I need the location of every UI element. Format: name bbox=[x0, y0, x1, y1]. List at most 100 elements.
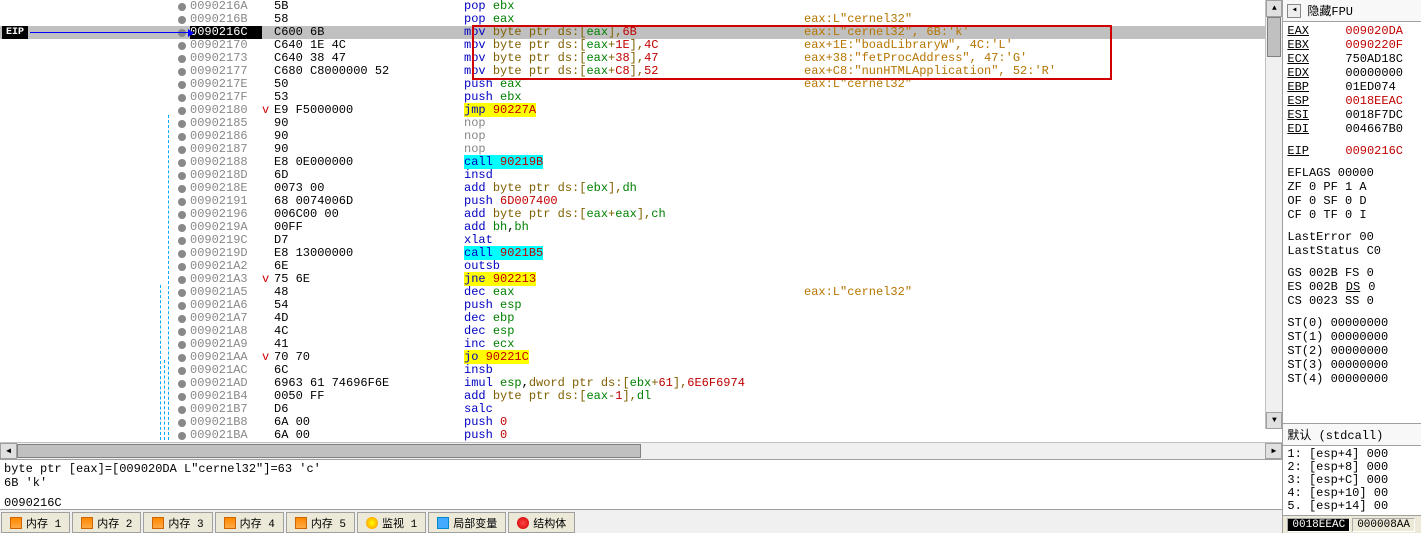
bytes-cell: C680 C8000000 52 bbox=[274, 65, 464, 78]
bytes-cell: 90 bbox=[274, 130, 464, 143]
breakpoint-dot[interactable] bbox=[178, 237, 186, 245]
tab-mem[interactable]: 内存 3 bbox=[143, 512, 212, 533]
status-value: 000008AA bbox=[1352, 518, 1415, 532]
breakpoint-dot[interactable] bbox=[178, 432, 186, 440]
register-value: 0018EEAC bbox=[1345, 94, 1403, 108]
status-address: 0018EEAC bbox=[1287, 518, 1350, 532]
jump-marker bbox=[262, 130, 274, 143]
tab-mem[interactable]: 内存 2 bbox=[72, 512, 141, 533]
jump-marker bbox=[262, 143, 274, 156]
stack-view[interactable]: 1: [esp+4] 0002: [esp+8] 0003: [esp+C] 0… bbox=[1283, 446, 1421, 515]
hide-fpu-button[interactable]: 隐藏FPU bbox=[1307, 2, 1353, 19]
jump-marker bbox=[262, 78, 274, 91]
breakpoint-dot[interactable] bbox=[178, 419, 186, 427]
register-line[interactable]: EDX00000000 bbox=[1287, 66, 1417, 80]
register-value: 004667B0 bbox=[1345, 122, 1403, 136]
breakpoint-dot[interactable] bbox=[178, 289, 186, 297]
register-line[interactable]: ESI0018F7DC bbox=[1287, 108, 1417, 122]
bytes-cell: E9 F5000000 bbox=[274, 104, 464, 117]
tab-label: 内存 2 bbox=[97, 515, 132, 531]
breakpoint-dot[interactable] bbox=[178, 68, 186, 76]
tab-var[interactable]: 局部变量 bbox=[428, 512, 506, 533]
gutter bbox=[0, 325, 190, 338]
breakpoint-dot[interactable] bbox=[178, 276, 186, 284]
jump-marker bbox=[262, 221, 274, 234]
scroll-up-button[interactable]: ▲ bbox=[1266, 0, 1282, 17]
register-line[interactable]: EBP01ED074 bbox=[1287, 80, 1417, 94]
stack-line[interactable]: 5. [esp+14] 00 bbox=[1287, 500, 1417, 513]
breakpoint-dot[interactable] bbox=[178, 341, 186, 349]
breakpoint-dot[interactable] bbox=[178, 367, 186, 375]
scroll-left-button[interactable]: ◀ bbox=[0, 443, 17, 459]
breakpoint-dot[interactable] bbox=[178, 120, 186, 128]
gutter: EIP bbox=[0, 26, 190, 39]
jump-marker bbox=[262, 403, 274, 416]
register-line[interactable]: EAX009020DA bbox=[1287, 24, 1417, 38]
breakpoint-dot[interactable] bbox=[178, 302, 186, 310]
asm-cell: jne 902213 bbox=[464, 273, 804, 286]
breakpoint-dot[interactable] bbox=[178, 146, 186, 154]
disassembly-view[interactable]: 0090216A5Bpop ebx0090216B58pop eaxeax:L"… bbox=[0, 0, 1282, 442]
breakpoint-dot[interactable] bbox=[178, 380, 186, 388]
breakpoint-dot[interactable] bbox=[178, 406, 186, 414]
breakpoint-dot[interactable] bbox=[178, 55, 186, 63]
register-line[interactable]: EIP0090216C bbox=[1287, 144, 1417, 158]
breakpoint-dot[interactable] bbox=[178, 198, 186, 206]
scroll-right-button[interactable]: ▶ bbox=[1265, 443, 1282, 459]
bytes-cell: 00FF bbox=[274, 221, 464, 234]
breakpoint-dot[interactable] bbox=[178, 42, 186, 50]
tab-struct[interactable]: 结构体 bbox=[508, 512, 575, 533]
bytes-cell: 48 bbox=[274, 286, 464, 299]
breakpoint-dot[interactable] bbox=[178, 94, 186, 102]
disasm-row[interactable]: 009021BA6A 00push 0 bbox=[0, 429, 1282, 442]
breakpoint-dot[interactable] bbox=[178, 107, 186, 115]
register-text: ES 002B DS 0 bbox=[1287, 280, 1417, 294]
scroll-down-button[interactable]: ▼ bbox=[1266, 412, 1282, 429]
gutter bbox=[0, 247, 190, 260]
breakpoint-dot[interactable] bbox=[178, 16, 186, 24]
tab-mem[interactable]: 内存 1 bbox=[1, 512, 70, 533]
asm-cell: add byte ptr ds:[eax-1],dl bbox=[464, 390, 804, 403]
tab-watch[interactable]: 监视 1 bbox=[357, 512, 426, 533]
breakpoint-dot[interactable] bbox=[178, 250, 186, 258]
breakpoint-dot[interactable] bbox=[178, 328, 186, 336]
register-line[interactable]: ESP0018EEAC bbox=[1287, 94, 1417, 108]
tab-mem[interactable]: 内存 4 bbox=[215, 512, 284, 533]
breakpoint-dot[interactable] bbox=[178, 133, 186, 141]
vertical-scrollbar[interactable]: ▲ ▼ bbox=[1265, 0, 1282, 429]
scroll-thumb[interactable] bbox=[17, 444, 641, 458]
breakpoint-dot[interactable] bbox=[178, 172, 186, 180]
scroll-track[interactable] bbox=[17, 443, 1265, 459]
collapse-button[interactable]: ◂ bbox=[1287, 4, 1301, 18]
tab-label: 局部变量 bbox=[453, 515, 497, 531]
bytes-cell: 6A 00 bbox=[274, 429, 464, 442]
horizontal-scrollbar[interactable]: ◀ ▶ bbox=[0, 442, 1282, 459]
tab-mem[interactable]: 内存 5 bbox=[286, 512, 355, 533]
register-line[interactable]: ECX750AD18C bbox=[1287, 52, 1417, 66]
breakpoint-dot[interactable] bbox=[178, 354, 186, 362]
breakpoint-dot[interactable] bbox=[178, 159, 186, 167]
breakpoint-dot[interactable] bbox=[178, 224, 186, 232]
jump-marker: v bbox=[262, 273, 274, 286]
gutter bbox=[0, 195, 190, 208]
bytes-cell: E8 0E000000 bbox=[274, 156, 464, 169]
breakpoint-dot[interactable] bbox=[178, 393, 186, 401]
breakpoint-dot[interactable] bbox=[178, 263, 186, 271]
calling-convention-label: 默认 (stdcall) bbox=[1287, 429, 1383, 443]
gutter bbox=[0, 143, 190, 156]
register-view[interactable]: EAX009020DAEBX0090220FECX750AD18CEDX0000… bbox=[1283, 22, 1421, 423]
breakpoint-dot[interactable] bbox=[178, 315, 186, 323]
scroll-thumb[interactable] bbox=[1267, 17, 1281, 57]
breakpoint-dot[interactable] bbox=[178, 81, 186, 89]
gutter bbox=[0, 78, 190, 91]
register-line[interactable]: EDI004667B0 bbox=[1287, 122, 1417, 136]
jump-marker bbox=[262, 247, 274, 260]
bytes-cell: 4D bbox=[274, 312, 464, 325]
breakpoint-dot[interactable] bbox=[178, 3, 186, 11]
register-line[interactable]: EBX0090220F bbox=[1287, 38, 1417, 52]
gutter bbox=[0, 104, 190, 117]
breakpoint-dot[interactable] bbox=[178, 211, 186, 219]
breakpoint-dot[interactable] bbox=[178, 185, 186, 193]
address-cell[interactable]: 009021BA bbox=[190, 429, 262, 442]
left-pane: 0090216A5Bpop ebx0090216B58pop eaxeax:L"… bbox=[0, 0, 1283, 533]
